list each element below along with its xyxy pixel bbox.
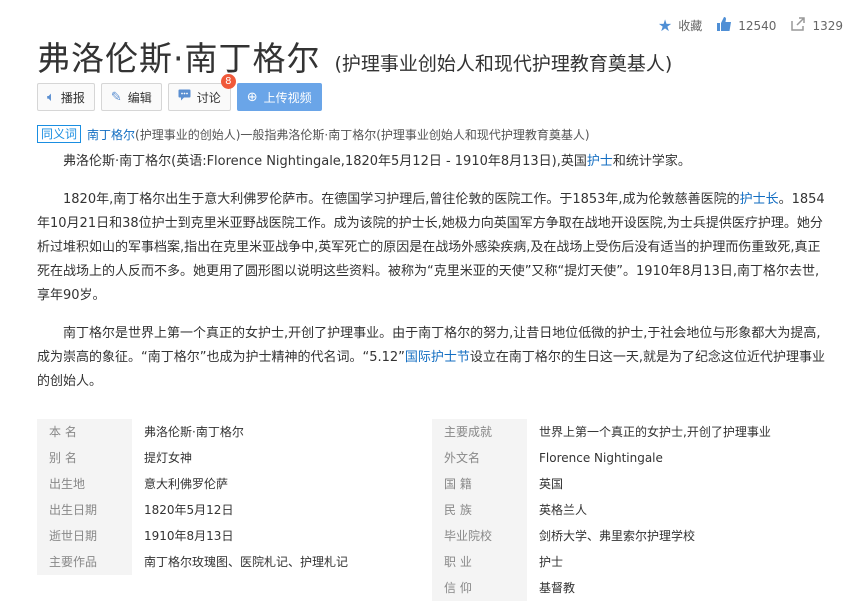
favorite-label: 收藏 — [678, 19, 703, 33]
info-value-empty — [132, 575, 432, 601]
plus-circle-icon: ⊕ — [246, 89, 258, 105]
broadcast-label: 播报 — [60, 90, 85, 105]
info-row: 别 名提灯女神 外文名 Florence Nightingale — [37, 445, 827, 471]
info-value: 剑桥大学、弗里索尔护理学校 — [539, 529, 696, 543]
thumbs-up-icon — [716, 16, 732, 35]
synonym-text: (护理事业的创始人)一般指弗洛伦斯·南丁格尔(护理事业创始人和现代护理教育奠基人… — [135, 127, 590, 142]
link-nurse[interactable]: 护士 — [587, 154, 613, 169]
info-value: 弗洛伦斯·南丁格尔 — [144, 425, 244, 439]
info-label: 职 业 — [432, 549, 527, 575]
share-icon — [790, 16, 806, 35]
info-label: 逝世日期 — [37, 523, 132, 549]
info-label: 出生地 — [37, 471, 132, 497]
info-label: 外文名 — [432, 445, 527, 471]
discuss-label: 讨论 — [196, 90, 221, 105]
page-subtitle: (护理事业创始人和现代护理教育奠基人) — [334, 53, 673, 75]
info-row: 逝世日期 1910年8月13日 毕业院校 剑桥大学、弗里索尔护理学校 — [37, 523, 827, 549]
p2-text-b: 。1854年10月21日和38位护士到克里米亚野战医院工作。成为该院的护士长,她… — [37, 192, 825, 303]
edit-label: 编辑 — [127, 90, 152, 105]
info-row: 出生日期 1820年5月12日 民 族英格兰人 — [37, 497, 827, 523]
discuss-badge: 8 — [220, 74, 236, 89]
discuss-button[interactable]: 讨论 8 — [167, 74, 236, 111]
info-value: 护士 — [539, 555, 564, 569]
info-label: 主要作品 — [37, 549, 132, 575]
comment-icon — [178, 89, 191, 105]
edit-button[interactable]: ✎ 编辑 — [100, 83, 162, 111]
info-label: 毕业院校 — [432, 523, 527, 549]
info-value-link[interactable]: 英国 — [527, 471, 827, 497]
info-value: 南丁格尔玫瑰图、医院札记、护理札记 — [144, 555, 349, 569]
title-row: 弗洛伦斯·南丁格尔 (护理事业创始人和现代护理教育奠基人) — [37, 32, 672, 80]
info-row: 信 仰基督教 — [37, 575, 827, 601]
p1-text-b: 和统计学家。 — [612, 154, 691, 169]
info-value: Florence Nightingale — [539, 451, 663, 465]
info-value: 基督教 — [539, 581, 576, 595]
share-count: 1329 — [812, 18, 843, 33]
share-button[interactable]: 1329 — [790, 16, 843, 35]
upload-label: 上传视频 — [263, 90, 312, 105]
info-row: 出生地 意大利佛罗伦萨 国 籍英国 — [37, 471, 827, 497]
paragraph-intro: 弗洛伦斯·南丁格尔(英语:Florence Nightingale,1820年5… — [37, 150, 827, 174]
info-value: 英格兰人 — [539, 503, 588, 517]
info-value: 1820年5月12日 — [144, 503, 234, 517]
info-value: 提灯女神 — [144, 451, 193, 465]
link-head-nurse[interactable]: 护士长 — [740, 192, 779, 207]
broadcast-button[interactable]: 🔈︎ 播报 — [37, 83, 95, 111]
toolbar: 🔈︎ 播报 ✎ 编辑 讨论 8 ⊕ 上传视频 — [37, 74, 322, 111]
like-button[interactable]: 12540 — [716, 16, 776, 35]
info-value: 世界上第一个真正的女护士,开创了护理事业 — [539, 425, 771, 439]
info-value: 意大利佛罗伦萨 — [144, 477, 229, 491]
link-nurses-day[interactable]: 国际护士节 — [405, 350, 470, 365]
speaker-icon: 🔈︎ — [47, 89, 55, 105]
synonym-line: 同义词 南丁格尔 (护理事业的创始人)一般指弗洛伦斯·南丁格尔(护理事业创始人和… — [37, 125, 590, 143]
info-label: 本 名 — [37, 419, 132, 445]
info-box: 本 名弗洛伦斯·南丁格尔 主要成就 世界上第一个真正的女护士,开创了护理事业 别 … — [37, 419, 827, 601]
paragraph-life: 1820年,南丁格尔出生于意大利佛罗伦萨市。在德国学习护理后,曾往伦敦的医院工作… — [37, 188, 827, 308]
page-title: 弗洛伦斯·南丁格尔 — [37, 39, 321, 78]
article-content: 弗洛伦斯·南丁格尔(英语:Florence Nightingale,1820年5… — [37, 150, 827, 408]
info-label: 别 名 — [37, 445, 132, 471]
pencil-icon: ✎ — [110, 89, 122, 105]
info-label: 国 籍 — [432, 471, 527, 497]
info-label: 出生日期 — [37, 497, 132, 523]
synonym-link[interactable]: 南丁格尔 — [87, 126, 135, 143]
info-label: 信 仰 — [432, 575, 527, 601]
upload-video-button[interactable]: ⊕ 上传视频 — [236, 83, 322, 111]
info-row: 本 名弗洛伦斯·南丁格尔 主要成就 世界上第一个真正的女护士,开创了护理事业 — [37, 419, 827, 445]
top-actions: ★ 收藏 12540 1329 — [658, 16, 843, 35]
info-label: 民 族 — [432, 497, 527, 523]
synonym-tag: 同义词 — [37, 125, 82, 143]
info-value: 1910年8月13日 — [144, 529, 234, 543]
p1-text-a: 弗洛伦斯·南丁格尔(英语:Florence Nightingale,1820年5… — [63, 154, 587, 169]
paragraph-legacy: 南丁格尔是世界上第一个真正的女护士,开创了护理事业。由于南丁格尔的努力,让昔日地… — [37, 322, 827, 394]
info-row: 主要作品 南丁格尔玫瑰图、医院札记、护理札记 职 业护士 — [37, 549, 827, 575]
like-count: 12540 — [738, 18, 777, 33]
info-label: 主要成就 — [432, 419, 527, 445]
info-label-empty — [37, 575, 132, 601]
p2-text-a: 1820年,南丁格尔出生于意大利佛罗伦萨市。在德国学习护理后,曾往伦敦的医院工作… — [63, 192, 740, 207]
